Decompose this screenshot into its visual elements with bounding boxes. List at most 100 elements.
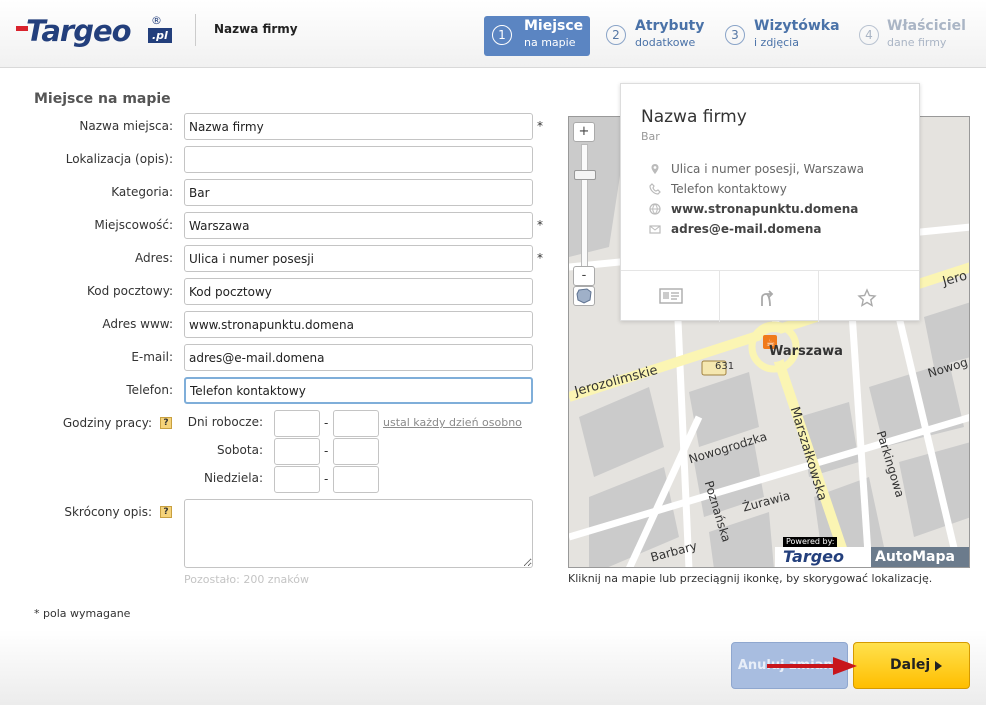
globe-icon bbox=[649, 203, 661, 215]
required-mark: * bbox=[537, 119, 543, 133]
chars-left: Pozostało: 200 znaków bbox=[184, 573, 310, 586]
label-godziny-pracy: Godziny pracy: bbox=[62, 416, 152, 430]
popup-category: Bar bbox=[641, 130, 660, 143]
business-card-icon bbox=[659, 288, 683, 304]
required-mark: * bbox=[537, 251, 543, 265]
header-divider bbox=[195, 14, 196, 46]
step-subtitle: i zdjęcia bbox=[754, 36, 799, 49]
header: Targeo ® .pl Nazwa firmy 1 Miejsce na ma… bbox=[0, 0, 986, 68]
label-adres: Adres: bbox=[135, 251, 173, 265]
popup-actions bbox=[621, 270, 919, 322]
next-button-label: Dalej bbox=[890, 657, 931, 673]
step-number: 3 bbox=[725, 25, 745, 45]
weekdays-close-input[interactable] bbox=[333, 410, 379, 437]
lokalizacja-input[interactable] bbox=[184, 146, 533, 173]
poland-view-icon[interactable] bbox=[573, 286, 595, 306]
adres-input[interactable] bbox=[184, 245, 533, 272]
phone-icon bbox=[649, 183, 661, 195]
step-3[interactable]: 3 Wizytówka i zdjęcia bbox=[717, 16, 840, 56]
help-icon[interactable]: ? bbox=[160, 506, 172, 518]
company-name: Nazwa firmy bbox=[214, 22, 298, 36]
targeo-logo[interactable]: Targeo ® .pl bbox=[16, 14, 176, 48]
saturday-open-input[interactable] bbox=[274, 438, 320, 465]
zoom-control: + - bbox=[573, 122, 597, 308]
map-city-label: Warszawa bbox=[769, 344, 843, 359]
powered-by-automapa: AutoMapa bbox=[871, 547, 969, 567]
route-icon bbox=[761, 290, 774, 307]
zoom-out-button[interactable]: - bbox=[573, 266, 595, 286]
label-lokalizacja: Lokalizacja (opis): bbox=[65, 152, 173, 166]
popup-www-link[interactable]: www.stronapunktu.domena bbox=[671, 202, 858, 216]
step-subtitle: dane firmy bbox=[887, 36, 947, 49]
miejscowosc-input[interactable] bbox=[184, 212, 533, 239]
powered-by-badge[interactable]: Powered by: Targeo AutoMapa bbox=[775, 537, 969, 567]
label-adres-www: Adres www: bbox=[102, 317, 173, 331]
label-sobota: Sobota: bbox=[216, 443, 263, 457]
step-title: Wizytówka bbox=[754, 18, 840, 34]
label-niedziela: Niedziela: bbox=[203, 471, 263, 485]
popup-card-button[interactable] bbox=[621, 271, 720, 322]
weekdays-open-input[interactable] bbox=[274, 410, 320, 437]
step-4: 4 Właściciel dane firmy bbox=[851, 16, 971, 56]
help-icon[interactable]: ? bbox=[160, 417, 172, 429]
each-day-link[interactable]: ustal każdy dzień osobno bbox=[383, 416, 522, 429]
next-arrow-icon bbox=[935, 661, 942, 671]
popup-route-button[interactable] bbox=[720, 271, 819, 322]
sunday-open-input[interactable] bbox=[274, 466, 320, 493]
step-subtitle: na mapie bbox=[524, 36, 576, 49]
popup-favorite-button[interactable] bbox=[819, 271, 918, 322]
kategoria-input[interactable] bbox=[184, 179, 533, 206]
popup-address-text: Ulica i numer posesji, Warszawa bbox=[671, 162, 864, 176]
powered-by-label: Powered by: bbox=[783, 537, 838, 547]
step-title: Miejsce bbox=[524, 18, 584, 34]
zoom-slider-handle[interactable] bbox=[574, 170, 596, 180]
nazwa-miejsca-input[interactable] bbox=[184, 113, 533, 140]
step-title: Atrybuty bbox=[635, 18, 705, 34]
section-title: Miejsce na mapie bbox=[34, 91, 171, 107]
logo-reg: ® bbox=[151, 14, 162, 27]
hours-dash: - bbox=[324, 472, 329, 486]
map-hint: Kliknij na mapie lub przeciągnij ikonkę,… bbox=[568, 572, 933, 585]
next-button[interactable]: Dalej bbox=[853, 642, 970, 689]
label-skrocony-opis: Skrócony opis: bbox=[64, 505, 152, 519]
zoom-track[interactable] bbox=[581, 144, 588, 268]
label-kategoria: Kategoria: bbox=[111, 185, 173, 199]
map-popup: Nazwa firmy Bar Ulica i numer posesji, W… bbox=[620, 83, 920, 322]
label-nazwa-miejsca: Nazwa miejsca: bbox=[79, 119, 173, 133]
powered-by-targeo: Targeo bbox=[775, 547, 871, 567]
label-kod-pocztowy: Kod pocztowy: bbox=[86, 284, 173, 298]
step-number: 2 bbox=[606, 25, 626, 45]
adres-www-input[interactable] bbox=[184, 311, 533, 338]
label-miejscowosc: Miejscowość: bbox=[94, 218, 173, 232]
logo-text: Targeo bbox=[26, 14, 132, 48]
step-title: Właściciel bbox=[887, 18, 966, 34]
description-textarea[interactable] bbox=[184, 499, 533, 568]
step-subtitle: dodatkowe bbox=[635, 36, 696, 49]
step-1[interactable]: 1 Miejsce na mapie bbox=[484, 16, 590, 56]
required-note: * pola wymagane bbox=[34, 607, 131, 620]
hours-dash: - bbox=[324, 416, 329, 430]
hours-dash: - bbox=[324, 444, 329, 458]
sunday-close-input[interactable] bbox=[333, 466, 379, 493]
telefon-input[interactable] bbox=[184, 377, 533, 404]
step-number: 4 bbox=[859, 25, 879, 45]
popup-email-link[interactable]: adres@e-mail.domena bbox=[671, 222, 822, 236]
popup-phone-text: Telefon kontaktowy bbox=[671, 182, 787, 196]
label-email: E-mail: bbox=[131, 350, 173, 364]
label-telefon: Telefon: bbox=[126, 383, 173, 397]
location-icon bbox=[651, 164, 659, 174]
logo-domain: .pl bbox=[148, 28, 172, 43]
email-input[interactable] bbox=[184, 344, 533, 371]
road-number: 631 bbox=[715, 361, 735, 372]
step-number: 1 bbox=[492, 25, 512, 45]
zoom-in-button[interactable]: + bbox=[573, 122, 595, 142]
red-arrow-icon bbox=[767, 657, 857, 675]
saturday-close-input[interactable] bbox=[333, 438, 379, 465]
mail-icon bbox=[649, 225, 661, 234]
label-dni-robocze: Dni robocze: bbox=[187, 415, 263, 429]
kod-pocztowy-input[interactable] bbox=[184, 278, 533, 305]
popup-title: Nazwa firmy bbox=[641, 107, 747, 127]
step-2[interactable]: 2 Atrybuty dodatkowe bbox=[598, 16, 708, 56]
star-icon bbox=[857, 288, 877, 307]
required-mark: * bbox=[537, 218, 543, 232]
